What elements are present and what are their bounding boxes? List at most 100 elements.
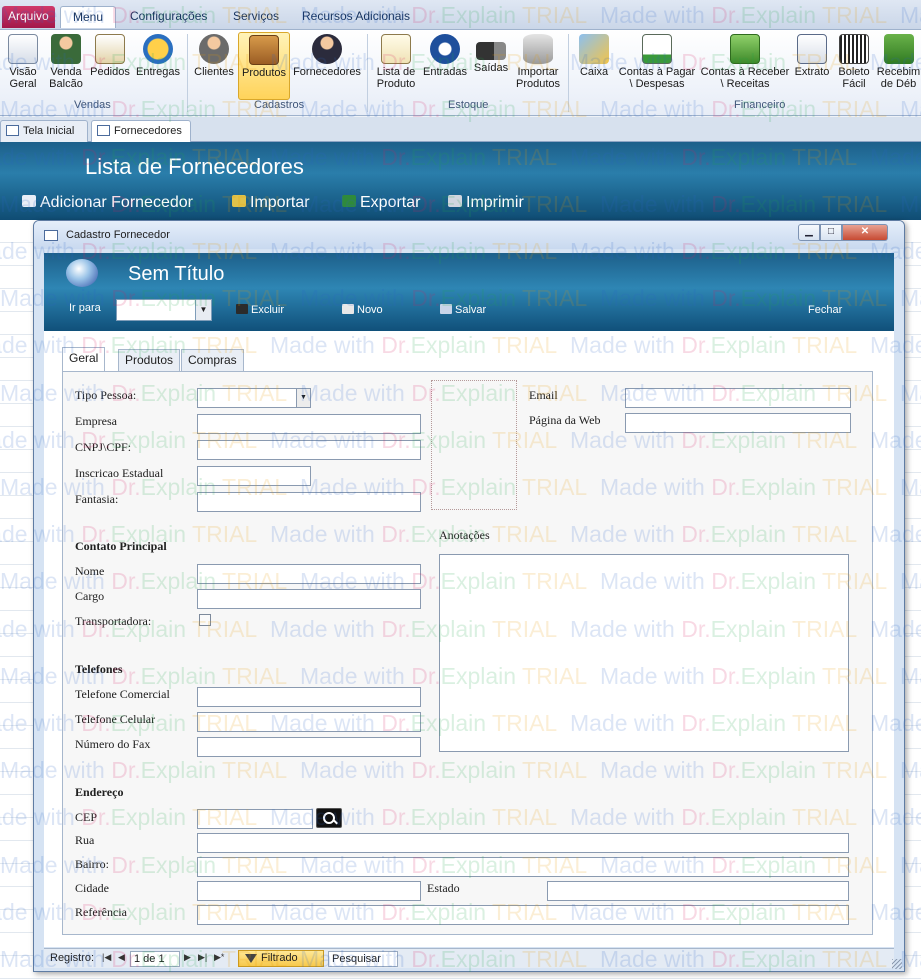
rua-field[interactable] <box>197 833 849 853</box>
search-icon[interactable] <box>316 808 342 828</box>
tipo-pessoa-label: Tipo Pessoa: <box>75 388 137 402</box>
visao-geral-button[interactable]: Visão Geral <box>2 32 44 100</box>
tab-fornecedores[interactable]: Fornecedores <box>91 120 191 142</box>
transportadora-label: Transportadora: <box>75 614 152 628</box>
button-label: Pedidos <box>90 66 130 78</box>
bairro-field[interactable] <box>197 857 849 877</box>
cnpj-label: CNPJ\CPF: <box>75 440 132 454</box>
importar-button[interactable]: Importar <box>232 194 310 212</box>
estado-field[interactable] <box>547 881 849 901</box>
telefones-heading: Telefones <box>75 662 123 676</box>
action-label: Exportar <box>360 194 421 211</box>
pagina-web-field[interactable] <box>625 413 851 433</box>
add-record-icon <box>22 195 36 207</box>
entradas-button[interactable]: Entradas <box>422 32 468 100</box>
previous-record-button[interactable]: ◀ <box>118 952 125 963</box>
entregas-button[interactable]: Entregas <box>134 32 182 100</box>
ir-para-combo[interactable]: ▼ <box>116 299 212 321</box>
form-header: Sem Título Ir para ▼ Excluir Novo Salvar… <box>44 253 894 331</box>
boleto-facil-button[interactable]: Boleto Fácil <box>834 32 874 100</box>
chevron-down-icon[interactable]: ▼ <box>296 389 310 407</box>
adicionar-fornecedor-button[interactable]: Adicionar Fornecedor <box>22 194 193 212</box>
tab-produtos[interactable]: Produtos <box>118 349 181 371</box>
first-record-button[interactable]: |◀ <box>102 952 111 963</box>
tab-geral[interactable]: Geral <box>62 347 106 371</box>
action-label: Excluir <box>251 304 285 316</box>
tab-tela-inicial[interactable]: Tela Inicial <box>0 120 88 142</box>
lista-de-produto-button[interactable]: Lista de Produto <box>372 32 420 100</box>
salvar-button[interactable]: Salvar <box>440 304 486 316</box>
new-record-icon <box>342 304 354 314</box>
tab-recursos-adicionais[interactable]: Recursos Adicionais <box>294 6 418 28</box>
fechar-button[interactable]: Fechar <box>808 304 842 316</box>
pedidos-button[interactable]: Pedidos <box>88 32 132 100</box>
excluir-button[interactable]: Excluir <box>236 304 284 316</box>
contas-a-receber-button[interactable]: Contas à Receber \ Receitas <box>699 32 791 100</box>
tipo-pessoa-combo[interactable]: ▼ <box>197 388 311 408</box>
tab-servicos[interactable]: Serviços <box>225 6 287 28</box>
tab-menu[interactable]: Menu <box>60 6 117 28</box>
anotacoes-textarea[interactable] <box>439 554 849 752</box>
cnpj-field[interactable] <box>197 440 421 460</box>
nome-field[interactable] <box>197 564 421 584</box>
maximize-button[interactable]: □ <box>820 224 842 241</box>
button-label: Clientes <box>194 66 234 78</box>
inscricao-estadual-field[interactable] <box>197 466 311 486</box>
group-label-vendas: Vendas <box>74 99 111 111</box>
button-label: Caixa <box>579 66 609 78</box>
importar-produtos-button[interactable]: Importar Produtos <box>514 32 562 100</box>
fax-label: Número do Fax <box>75 737 151 751</box>
recebimento-debito-button[interactable]: Recebim de Déb <box>876 32 921 100</box>
minimize-button[interactable]: ▁ <box>798 224 820 241</box>
fantasia-field[interactable] <box>197 492 421 512</box>
produtos-button[interactable]: Produtos <box>238 32 290 100</box>
search-input[interactable]: Pesquisar <box>328 951 398 967</box>
statement-icon <box>797 34 827 64</box>
button-label: Contas à Pagar <box>618 66 696 78</box>
record-position-field[interactable]: 1 de 1 <box>130 951 180 967</box>
button-label: Boleto <box>838 66 870 78</box>
dialog-title: Cadastro Fornecedor <box>66 229 170 241</box>
contas-a-pagar-button[interactable]: Contas à Pagar \ Despesas <box>616 32 698 100</box>
referencia-field[interactable] <box>197 905 849 925</box>
button-label: Fácil <box>842 78 866 90</box>
tab-label: Fornecedores <box>114 125 182 137</box>
extrato-button[interactable]: Extrato <box>792 32 832 100</box>
telefone-celular-field[interactable] <box>197 712 421 732</box>
transportadora-checkbox[interactable] <box>199 614 211 626</box>
telefone-comercial-field[interactable] <box>197 687 421 707</box>
chevron-down-icon[interactable]: ▼ <box>195 300 211 320</box>
dialog-titlebar[interactable]: Cadastro Fornecedor ▁ □ ✕ <box>34 221 904 249</box>
exportar-button[interactable]: Exportar <box>342 194 420 212</box>
fax-field[interactable] <box>197 737 421 757</box>
novo-button[interactable]: Novo <box>342 304 383 316</box>
ribbon-tab-bar: Arquivo Menu Configurações Serviços Recu… <box>0 0 921 30</box>
imprimir-button[interactable]: Imprimir <box>448 194 524 212</box>
tab-configuracoes[interactable]: Configurações <box>122 6 215 28</box>
venda-balcao-button[interactable]: Venda Balcão <box>46 32 86 100</box>
resize-grip[interactable] <box>892 959 902 969</box>
list-header: Lista de Fornecedores Adicionar Forneced… <box>0 142 921 220</box>
new-record-button[interactable]: ▶* <box>214 952 224 963</box>
documents-icon <box>95 34 125 64</box>
clientes-button[interactable]: Clientes <box>192 32 236 100</box>
saidas-button[interactable]: Saídas <box>470 32 512 100</box>
filter-toggle[interactable]: Filtrado <box>238 950 324 967</box>
cep-field[interactable] <box>197 809 313 829</box>
fornecedores-button[interactable]: Fornecedores <box>292 32 362 100</box>
tab-compras[interactable]: Compras <box>181 349 244 371</box>
photo-frame[interactable] <box>431 380 517 510</box>
form-icon <box>97 125 110 136</box>
empresa-field[interactable] <box>197 414 421 434</box>
close-button[interactable]: ✕ <box>842 224 888 241</box>
tab-arquivo[interactable]: Arquivo <box>2 6 55 28</box>
email-field[interactable] <box>625 388 851 408</box>
ribbon-separator <box>367 34 368 112</box>
caixa-button[interactable]: Caixa <box>574 32 614 100</box>
group-label-financeiro: Financeiro <box>734 99 786 111</box>
last-record-button[interactable]: ▶| <box>198 952 207 963</box>
cidade-field[interactable] <box>197 881 421 901</box>
next-record-button[interactable]: ▶ <box>184 952 191 963</box>
button-label: Balcão <box>49 78 83 90</box>
cargo-field[interactable] <box>197 589 421 609</box>
